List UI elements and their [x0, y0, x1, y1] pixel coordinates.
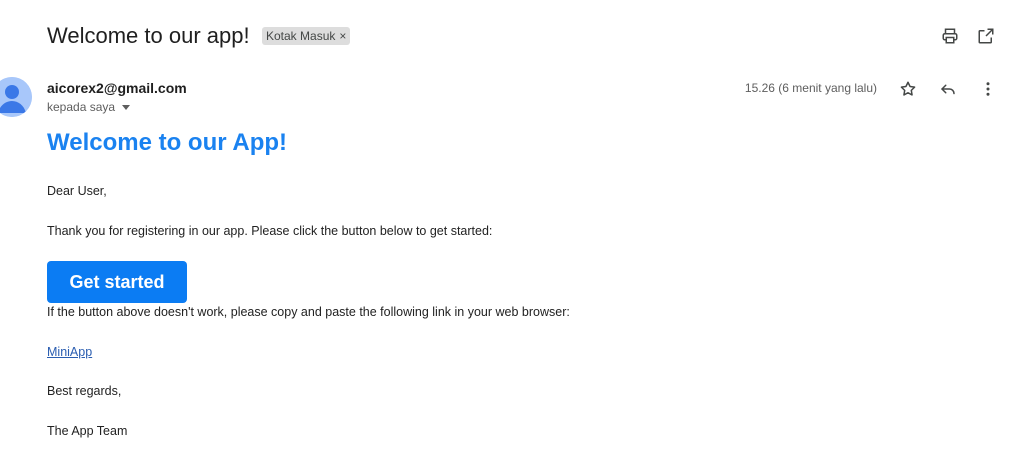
- fallback-link-row: MiniApp: [47, 344, 92, 360]
- intro-text: Thank you for registering in our app. Pl…: [47, 224, 493, 238]
- message-timestamp: 15.26 (6 menit yang lalu): [744, 81, 877, 95]
- get-started-button[interactable]: Get started: [47, 261, 187, 303]
- star-icon[interactable]: [897, 78, 919, 100]
- reply-icon[interactable]: [937, 78, 959, 100]
- body-heading: Welcome to our App!: [47, 129, 287, 156]
- chevron-down-icon: [122, 105, 131, 110]
- remove-label-button[interactable]: ×: [339, 27, 346, 45]
- print-icon[interactable]: [939, 25, 961, 47]
- sender-email[interactable]: aicorex2@gmail.com: [47, 79, 187, 97]
- open-in-new-window-icon[interactable]: [975, 25, 997, 47]
- closing-text: Best regards,: [47, 384, 122, 398]
- thread-actions: [939, 25, 997, 47]
- email-body: Welcome to our App! Dear User, Thank you…: [47, 128, 947, 438]
- signature-text: The App Team: [47, 424, 128, 438]
- miniapp-link[interactable]: MiniApp: [47, 345, 92, 359]
- recipient-label: kepada saya: [47, 100, 116, 114]
- sender-avatar[interactable]: [0, 77, 32, 117]
- greeting-text: Dear User,: [47, 184, 107, 198]
- more-vert-icon[interactable]: [977, 78, 999, 100]
- recipient-details-toggle[interactable]: kepada saya: [47, 99, 131, 115]
- label-chip-text: Kotak Masuk: [266, 29, 336, 43]
- email-view: Welcome to our app! Kotak Masuk × aicore…: [0, 0, 1015, 456]
- inbox-label-chip[interactable]: Kotak Masuk ×: [262, 27, 351, 45]
- fallback-text: If the button above doesn't work, please…: [47, 305, 570, 319]
- email-subject: Welcome to our app!: [47, 23, 250, 48]
- message-actions: [897, 78, 999, 100]
